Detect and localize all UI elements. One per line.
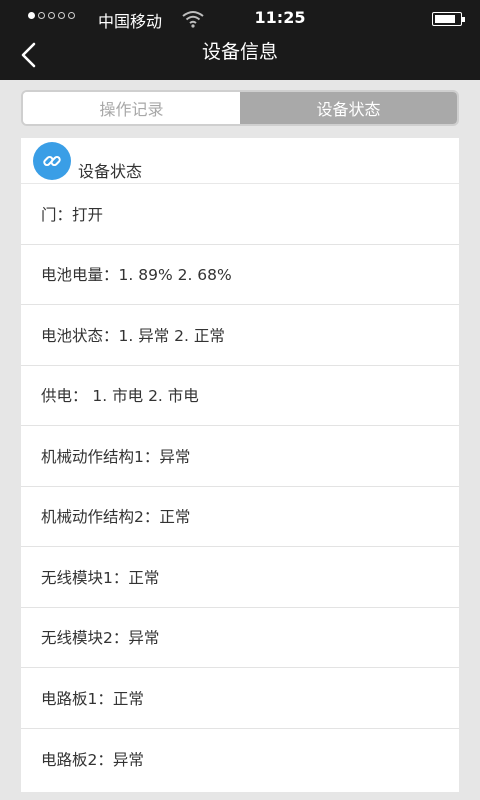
status-bar: 中国移动 11:25 — [0, 0, 480, 38]
status-time: 11:25 — [254, 8, 306, 27]
status-row-circuit-2: 电路板2：异常 — [41, 750, 144, 769]
status-row-wireless-2: 无线模块2：异常 — [21, 608, 459, 668]
page-title: 设备信息 — [201, 41, 278, 63]
status-row-mechanism-1: 机械动作结构1：异常 — [21, 426, 459, 487]
top-bar: 中国移动 11:25 设备信息 — [0, 0, 480, 80]
status-row-power-supply: 供电： 1. 市电 2. 市电 — [21, 366, 459, 426]
tab-operation-log[interactable]: 操作记录 — [23, 92, 240, 124]
link-icon — [33, 142, 71, 180]
section-header: 设备状态 — [21, 138, 459, 184]
app-screen: 中国移动 11:25 设备信息 操作记录 设备状态 设备状态 门：打开 电池电量… — [0, 0, 480, 800]
section-title: 设备状态 — [78, 162, 143, 181]
status-row-circuit-1: 电路板1：正常 — [21, 668, 459, 729]
status-row-battery-state: 电池状态：1. 异常 2. 正常 — [21, 305, 459, 366]
status-row-wireless-1: 无线模块1：正常 — [21, 547, 459, 608]
battery-icon — [432, 12, 465, 26]
nav-bar: 设备信息 — [0, 38, 480, 80]
tab-device-status[interactable]: 设备状态 — [240, 92, 457, 124]
device-status-card: 设备状态 门：打开 电池电量：1. 89% 2. 68% 电池状态：1. 异常 … — [21, 138, 459, 792]
status-row-mechanism-2: 机械动作结构2：正常 — [21, 487, 459, 547]
status-row-door: 门：打开 — [21, 184, 459, 245]
status-row-battery-level: 电池电量：1. 89% 2. 68% — [21, 245, 459, 305]
segmented-tabs: 操作记录 设备状态 — [21, 90, 459, 126]
